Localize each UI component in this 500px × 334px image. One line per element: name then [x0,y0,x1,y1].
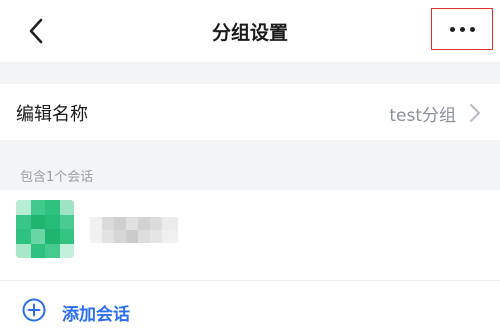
add-circle-icon [22,298,46,322]
more-horizontal-icon [449,26,475,32]
edit-name-label: 编辑名称 [16,104,88,125]
navigation-bar: 分组设置 [0,0,500,62]
conversation-count-label: 包含1个会话 [20,170,94,185]
divider [0,280,500,281]
conversation-name [90,217,178,243]
add-conversation-label: 添加会话 [62,305,130,325]
section-spacer [0,62,500,84]
add-conversation-button[interactable]: 添加会话 [0,286,500,334]
avatar [16,200,74,258]
edit-name-row[interactable]: 编辑名称 test分组 [0,84,500,140]
group-name-value: test分组 [389,106,456,126]
conversation-section-header: 包含1个会话 [0,140,500,190]
conversation-list-item[interactable] [0,190,500,280]
page-title: 分组设置 [211,22,288,44]
more-button[interactable] [431,8,493,50]
chevron-right-icon [470,104,480,122]
